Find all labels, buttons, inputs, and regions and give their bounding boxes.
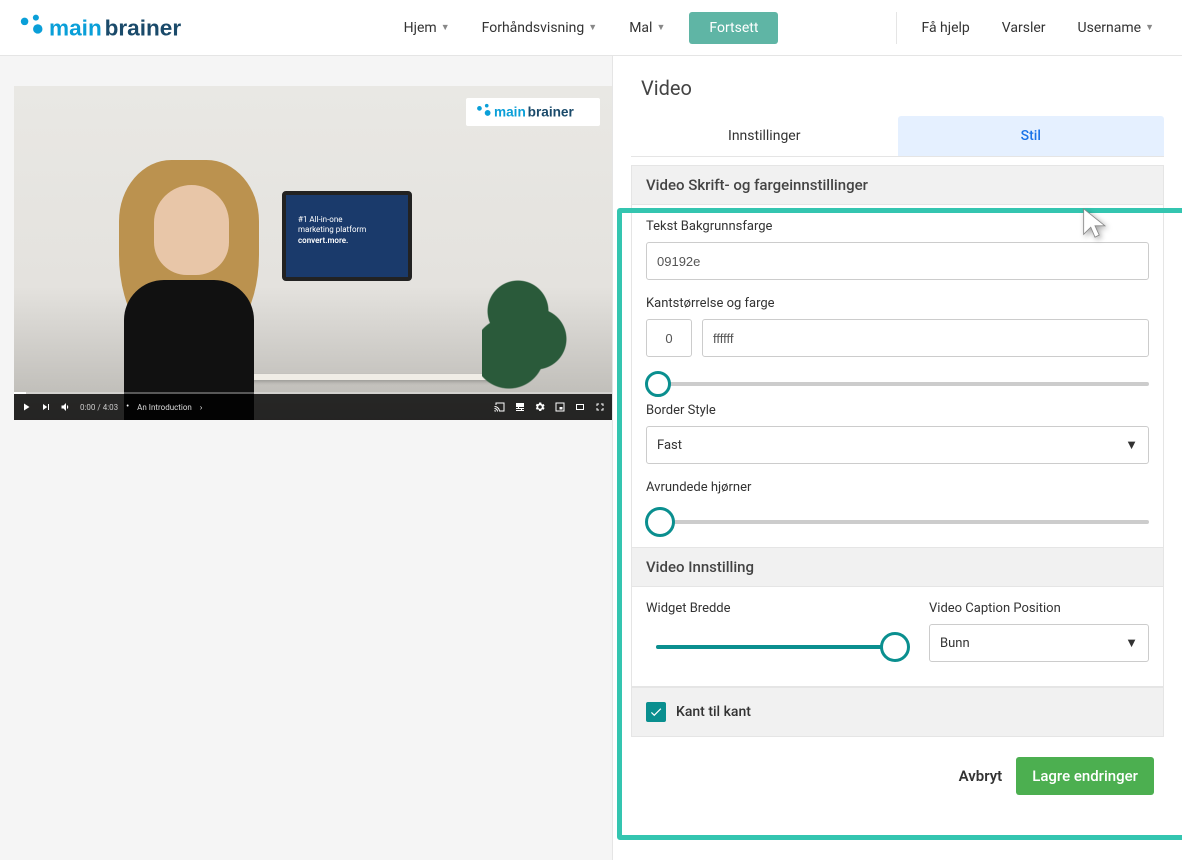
fortsett-button[interactable]: Fortsett [689,12,778,44]
tab-innstillinger[interactable]: Innstillinger [631,116,898,156]
bgcolor-input[interactable] [646,242,1149,280]
border-size-input[interactable] [646,319,692,357]
chevron-down-icon: ▼ [1125,635,1138,651]
nav-hjem[interactable]: Hjem ▼ [388,12,466,44]
nav-right: Få hjelp Varsler Username▼ [896,12,1170,44]
video-monitor: #1 All-in-one marketing platform convert… [282,191,412,281]
svg-text:main: main [494,105,526,120]
play-icon[interactable] [20,401,32,413]
video-logo-overlay: main brainer [466,98,600,126]
border-label: Kantstørrelse og farge [646,296,1149,311]
tab-stil[interactable]: Stil [898,116,1165,156]
nav-hjem-label: Hjem [404,20,437,36]
fullscreen-icon[interactable] [594,401,606,413]
subtitles-icon[interactable] [514,401,526,413]
rounded-label: Avrundede hjørner [646,480,1149,495]
section-font-color-header: Video Skrift- og fargeinnstillinger [631,165,1164,205]
svg-text:brainer: brainer [105,15,182,40]
nav-hjelp[interactable]: Få hjelp [905,12,985,44]
preview-pane: #1 All-in-one marketing platform convert… [0,56,612,860]
chevron-down-icon: ▼ [588,22,597,33]
rounded-slider[interactable] [646,509,1149,535]
video-controls: 0:00 / 4:03 • An Introduction › [14,394,612,420]
video-progress[interactable] [14,392,612,394]
save-button[interactable]: Lagre endringer [1016,757,1154,795]
nav-mal-label: Mal [629,20,652,36]
svg-text:main: main [49,15,102,40]
nav-forhands-label: Forhåndsvisning [482,20,585,36]
border-style-label: Border Style [646,403,1149,418]
cast-icon[interactable] [494,401,506,413]
border-slider[interactable] [646,371,1149,397]
video-time: 0:00 / 4:03 [80,403,118,412]
topbar: main brainer Hjem▼ Forhåndsvisning▼ Mal▼… [0,0,1182,56]
logo: main brainer [14,12,214,44]
slider-thumb[interactable] [880,632,910,662]
slider-thumb[interactable] [645,371,671,397]
monitor-line1: #1 All-in-one [298,215,400,225]
border-style-value: Fast [657,438,682,453]
nav-mal[interactable]: Mal ▼ [613,12,681,44]
bgcolor-label: Tekst Bakgrunnsfarge [646,219,1149,234]
svg-text:brainer: brainer [527,105,574,120]
caption-label: Video Caption Position [929,601,1149,616]
section-video-settings-body: Widget Bredde Video Caption Position Bun… [631,587,1164,687]
nav-username[interactable]: Username▼ [1062,12,1170,44]
chevron-down-icon: ▼ [1145,22,1154,33]
next-icon[interactable] [40,401,52,413]
nav-username-label: Username [1078,20,1142,36]
volume-icon[interactable] [60,401,72,413]
video-preview[interactable]: #1 All-in-one marketing platform convert… [14,86,612,420]
chevron-down-icon: ▼ [441,22,450,33]
video-title: An Introduction [137,403,192,412]
monitor-line3: convert.more. [298,236,400,246]
edge-label: Kant til kant [676,704,751,720]
border-style-select[interactable]: Fast ▼ [646,426,1149,464]
width-label: Widget Bredde [646,601,905,616]
edge-to-edge-row: Kant til kant [631,687,1164,737]
nav-main: Hjem▼ Forhåndsvisning▼ Mal▼ Fortsett [388,12,787,44]
width-slider[interactable] [646,634,905,660]
miniplayer-icon[interactable] [554,401,566,413]
edge-checkbox[interactable] [646,702,666,722]
caption-value: Bunn [940,636,970,651]
caption-select[interactable]: Bunn ▼ [929,624,1149,662]
border-color-input[interactable] [702,319,1149,357]
cursor-icon [1078,206,1112,244]
tabs: Innstillinger Stil [631,116,1164,157]
chevron-down-icon: ▼ [656,22,665,33]
nav-varsler[interactable]: Varsler [986,12,1062,44]
cancel-button[interactable]: Avbryt [959,767,1003,785]
settings-panel: Video Innstillinger Stil Video Skrift- o… [612,56,1182,860]
slider-thumb[interactable] [645,507,675,537]
panel-title: Video [613,56,1182,116]
video-plant [482,255,572,395]
nav-forhandsvisning[interactable]: Forhåndsvisning▼ [466,12,614,44]
monitor-line2: marketing platform [298,225,400,235]
theater-icon[interactable] [574,401,586,413]
settings-icon[interactable] [534,401,546,413]
video-person [94,150,284,420]
panel-footer: Avbryt Lagre endringer [613,737,1182,805]
chevron-down-icon: ▼ [1125,437,1138,453]
video-scene: #1 All-in-one marketing platform convert… [14,86,612,420]
section-font-color-body: Tekst Bakgrunnsfarge Kantstørrelse og fa… [631,205,1164,547]
section-video-settings-header: Video Innstilling [631,547,1164,587]
